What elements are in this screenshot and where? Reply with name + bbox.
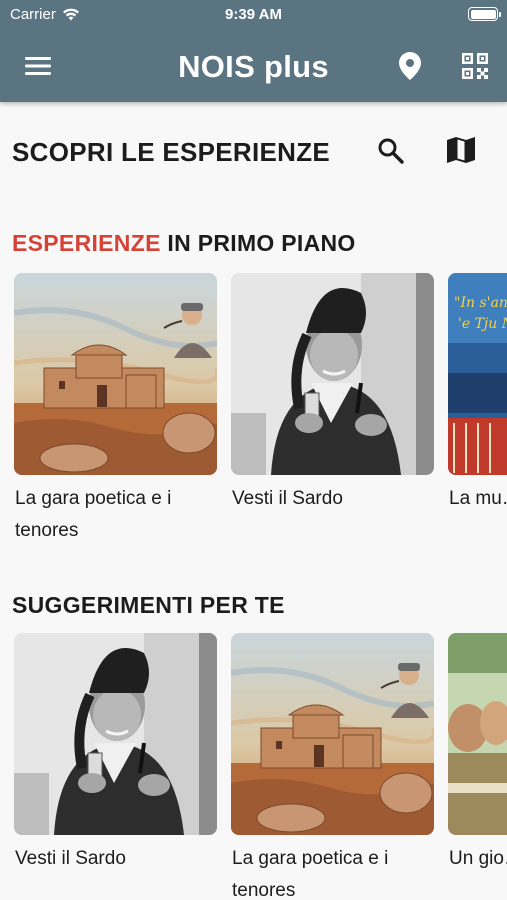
card-image (231, 633, 434, 835)
experience-card[interactable]: Vesti il Sardo (14, 633, 217, 875)
card-image: "In s'an 'e Tju N (448, 273, 507, 475)
card-title: Vesti il Sardo (15, 848, 126, 869)
card-title: La gara poetica e i tenores (15, 488, 172, 541)
svg-text:"In s'an: "In s'an (454, 295, 507, 311)
featured-title-rest: IN PRIMO PIANO (160, 230, 356, 256)
status-bar: Carrier 9:39 AM (0, 0, 507, 30)
location-pin-icon (399, 52, 421, 80)
featured-carousel[interactable]: La gara poetica e i tenores Vesti il Sar… (0, 273, 507, 553)
map-button[interactable] (443, 132, 479, 168)
qr-scan-button[interactable] (453, 44, 497, 88)
search-button[interactable] (372, 132, 408, 168)
experience-card[interactable]: Vesti il Sardo (231, 273, 434, 515)
status-time: 9:39 AM (225, 6, 282, 23)
suggestions-title: SUGGERIMENTI PER TE (12, 592, 285, 618)
map-icon (447, 137, 475, 163)
card-image (448, 633, 507, 835)
app-bar: Carrier 9:39 AM NOIS plus (0, 0, 507, 102)
battery-icon (468, 7, 501, 21)
suggestions-carousel[interactable]: Vesti il Sardo La gara poetica e i tenor… (0, 633, 507, 900)
card-image (14, 633, 217, 835)
discover-title: SCOPRI LE ESPERIENZE (12, 137, 331, 167)
card-title: La mu… Nanne… (449, 488, 507, 509)
card-image (231, 273, 434, 475)
card-image (14, 273, 217, 475)
featured-title: ESPERIENZE IN PRIMO PIANO (12, 230, 356, 257)
experience-card[interactable]: "In s'an 'e Tju N La mu… Nanne… (448, 273, 507, 515)
svg-text:'e Tju N: 'e Tju N (458, 316, 507, 332)
card-title: La gara poetica e i tenores (232, 848, 389, 900)
toolbar: NOIS plus (0, 30, 507, 102)
qr-code-icon (462, 53, 488, 79)
experience-card[interactable]: La gara poetica e i tenores (231, 633, 434, 900)
experience-card[interactable]: Un gio… (448, 633, 507, 875)
card-title: Vesti il Sardo (232, 488, 343, 509)
location-button[interactable] (388, 44, 432, 88)
experience-card[interactable]: La gara poetica e i tenores (14, 273, 217, 547)
card-title: Un gio… (449, 848, 507, 869)
featured-title-accent: ESPERIENZE (12, 230, 161, 256)
search-icon (378, 138, 404, 164)
